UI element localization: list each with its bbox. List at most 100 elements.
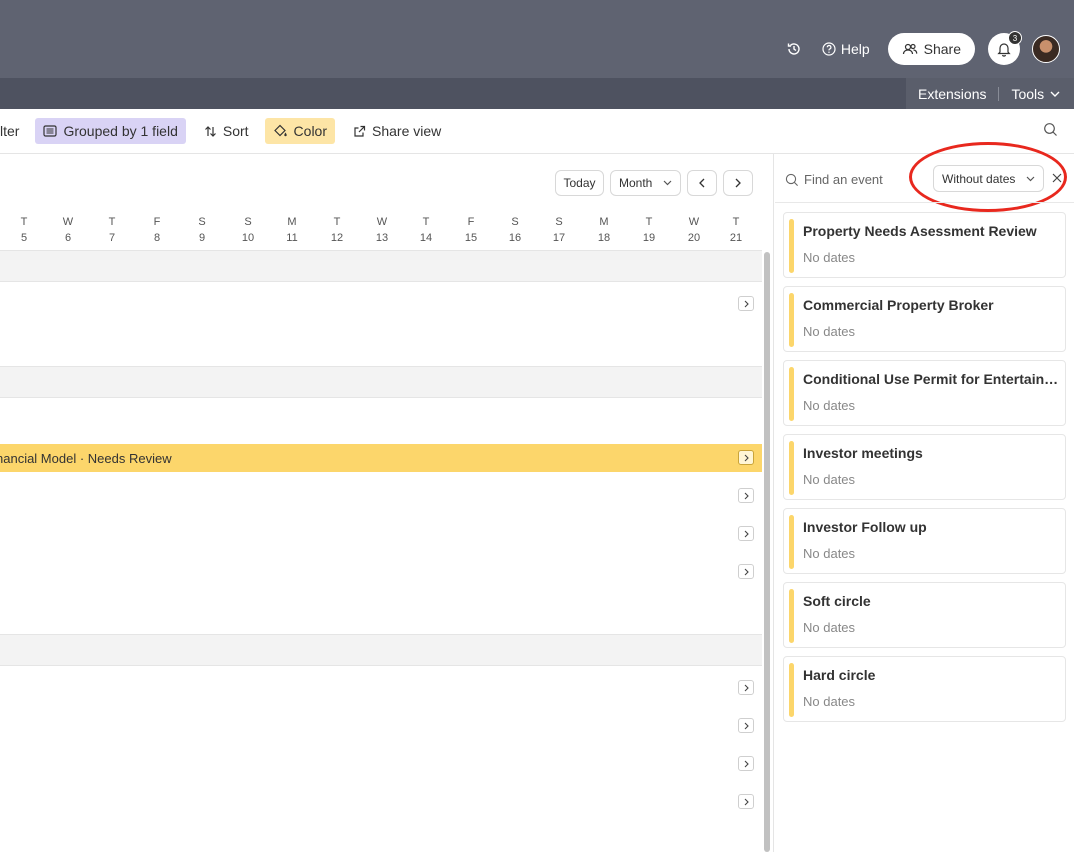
day-of-week: W [376,216,388,228]
day-number: 15 [464,232,478,244]
expand-row-button[interactable] [738,296,754,311]
expand-row-button[interactable] [738,488,754,503]
day-of-week: T [645,216,653,228]
event-color-stripe [789,441,794,495]
notification-badge: 3 [1008,31,1022,45]
event-color-stripe [789,589,794,643]
group-button[interactable]: Grouped by 1 field [35,118,186,144]
day-number: 14 [419,232,433,244]
expand-row-button[interactable] [738,526,754,541]
filter-button[interactable]: lter [0,118,27,144]
day-header: F8 [142,216,172,250]
group-header[interactable] [0,366,762,398]
share-view-button[interactable]: Share view [345,118,449,144]
day-of-week: T [732,216,740,228]
toolbar-search-button[interactable] [1043,122,1058,140]
chevron-right-icon [744,684,749,691]
expand-row-button[interactable] [738,756,754,771]
find-event-placeholder: Find an event [804,172,883,187]
event-title: Conditional Use Permit for Entertainment [803,371,1061,387]
people-icon [902,43,917,55]
chevron-right-icon [744,798,749,805]
day-header: T 12 [322,216,352,250]
day-header: T 21 [721,216,751,250]
day-number: 7 [108,232,116,244]
event-color-stripe [789,367,794,421]
user-avatar[interactable] [1032,35,1060,63]
chevron-right-icon [744,760,749,767]
event-card[interactable]: Investor meetings No dates [783,434,1066,500]
chevron-down-icon [663,180,672,186]
event-card[interactable]: Conditional Use Permit for Entertainment… [783,360,1066,426]
extensions-button[interactable]: Extensions [918,86,986,102]
group-label: Grouped by 1 field [63,123,178,139]
day-number: 11 [286,232,298,244]
calendar-scrollbar[interactable] [764,252,770,852]
event-card[interactable]: Soft circle No dates [783,582,1066,648]
calendar-event-bar[interactable]: nancial Model · Needs Review [0,444,762,472]
expand-row-button[interactable] [738,680,754,695]
event-color-stripe [789,293,794,347]
day-header: S9 [187,216,217,250]
expand-row-button[interactable] [738,794,754,809]
day-header: M 18 [589,216,619,250]
event-title: Hard circle [803,667,876,683]
day-number: 6 [64,232,72,244]
day-number: 20 [687,232,701,244]
event-card[interactable]: Hard circle No dates [783,656,1066,722]
event-card[interactable]: Property Needs Asessment Review No dates [783,212,1066,278]
event-date-status: No dates [803,324,856,339]
sort-label: Sort [222,123,249,139]
group-header[interactable] [0,250,762,282]
tools-button[interactable]: Tools [1011,86,1060,102]
history-button[interactable] [780,35,808,63]
help-button[interactable]: Help [822,41,870,57]
day-of-week: T [108,216,116,228]
day-number: 16 [508,232,522,244]
chevron-right-icon [735,178,741,188]
day-of-week: M [599,216,609,228]
search-icon [785,173,798,186]
day-of-week: T [422,216,430,228]
previous-period-button[interactable] [687,170,717,196]
expand-row-button[interactable] [738,450,754,465]
day-number: 10 [241,232,255,244]
event-card[interactable]: Investor Follow up No dates [783,508,1066,574]
chevron-left-icon [699,178,705,188]
day-number: 18 [597,232,611,244]
expand-row-button[interactable] [738,564,754,579]
share-button[interactable]: Share [887,33,975,65]
share-view-label: Share view [372,123,442,139]
chevron-right-icon [744,300,749,307]
search-icon [1044,123,1057,136]
day-header: S 16 [500,216,530,250]
day-of-week: S [244,216,252,228]
next-period-button[interactable] [723,170,753,196]
event-title: Property Needs Asessment Review [803,223,1037,239]
tools-label: Tools [1011,85,1045,102]
chevron-right-icon [744,454,749,461]
color-button[interactable]: Color [264,118,336,144]
unscheduled-events-list: Property Needs Asessment Review No dates … [783,212,1066,730]
day-number: 9 [198,232,206,244]
event-bar-label: nancial Model · Needs Review [0,450,172,466]
event-title: Soft circle [803,593,871,609]
event-date-status: No dates [803,398,856,413]
find-event-search[interactable]: Find an event [785,172,883,187]
expand-row-button[interactable] [738,718,754,733]
today-button[interactable]: Today [555,170,604,196]
notifications-button[interactable]: 3 [988,31,1022,65]
sort-button[interactable]: Sort [196,118,257,144]
period-select[interactable]: Month [610,170,681,196]
subbar-actions: Extensions Tools [906,78,1074,109]
panel-divider [775,202,1074,203]
day-header: M 11 [277,216,307,250]
event-card[interactable]: Commercial Property Broker No dates [783,286,1066,352]
event-date-status: No dates [803,620,856,635]
group-header[interactable] [0,634,762,666]
event-date-status: No dates [803,694,856,709]
event-title: Investor Follow up [803,519,927,535]
day-header: F 15 [456,216,486,250]
day-header: W 13 [367,216,397,250]
day-number: 17 [552,232,566,244]
